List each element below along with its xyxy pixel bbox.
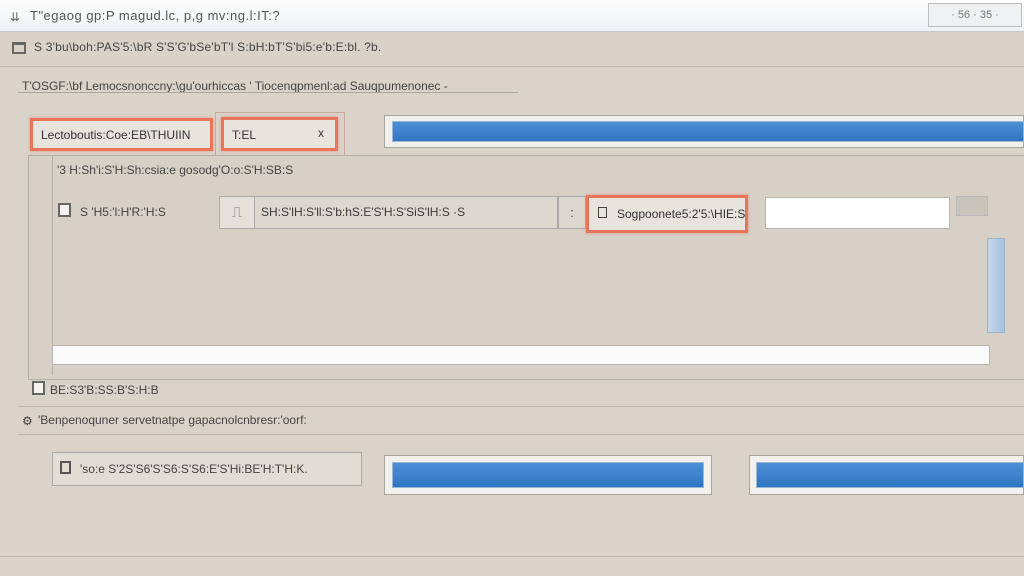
toolbar-text: S 3'bu\boh:PAS'5:\bR S'S'G'bSe'bT'l S:bH…	[34, 40, 382, 54]
settings-icon: ⚙	[22, 414, 33, 428]
primary-action-button[interactable]: Lectoboutis:Coe:EB\THUIIN	[30, 118, 213, 151]
option-checkbox-2[interactable]	[32, 381, 45, 395]
horizontal-scrollbar[interactable]	[52, 345, 990, 365]
group-label: T'OSGF:\bf Lemocsnonccny:\gu'ourhiccas '…	[22, 79, 448, 93]
main-panel-inner	[52, 155, 1007, 375]
bottom-button-1[interactable]	[392, 462, 704, 488]
window-title: T"egaog gp:P magud.lc, p,g mv:ng.l:IT:?	[30, 8, 281, 23]
combo-icon[interactable]: ⎍	[219, 196, 255, 229]
footer-divider	[0, 556, 1024, 557]
group-divider	[18, 92, 518, 93]
top-progress-bar	[392, 121, 1024, 142]
browse-button-label: Sogpoonete5:2'5:\HIE:S	[617, 207, 746, 221]
bottom-field-text: 'so:e S'2S'S6'S'S6:S'S6:E'S'Hi:BE'H:T'H:…	[80, 462, 308, 476]
filter-icon[interactable]	[12, 42, 26, 54]
combo-separator: :	[558, 196, 586, 229]
section-label: 'Benpenoquner servetnatpe gapacnolcnbres…	[38, 413, 307, 427]
browse-button[interactable]: Sogpoonete5:2'5:\HIE:S	[586, 195, 748, 233]
small-option-button[interactable]	[956, 196, 988, 216]
clear-icon[interactable]: x	[318, 126, 324, 140]
bottom-button-2[interactable]	[756, 462, 1024, 488]
option-checkbox-2-label: BE:S3'B:SS:B'S:H:B	[50, 383, 159, 397]
section-divider	[18, 406, 1024, 407]
section-divider-bottom	[18, 434, 1024, 435]
vertical-scrollbar[interactable]	[987, 238, 1005, 333]
value-input[interactable]	[765, 197, 950, 229]
window-controls[interactable]: · 56 · 35 ·	[928, 3, 1022, 27]
secondary-action-label: T:EL	[232, 128, 257, 142]
option-checkbox-1-label: S 'H5:'l:H'R:'H:S	[80, 205, 166, 219]
option-checkbox-1[interactable]	[58, 203, 71, 217]
document-icon	[598, 207, 607, 218]
combo-field[interactable]: SH:S'lH:S'll:S'b:hS:E'S'H:S'SiS'lH:S ·S	[254, 196, 558, 229]
window-menu-icon[interactable]: ⇊	[10, 10, 20, 24]
panel-title: '3 H:Sh'i:S'H:Sh:csia:e gosodg'O:o:S'H:S…	[57, 163, 294, 177]
list-icon	[60, 461, 71, 474]
